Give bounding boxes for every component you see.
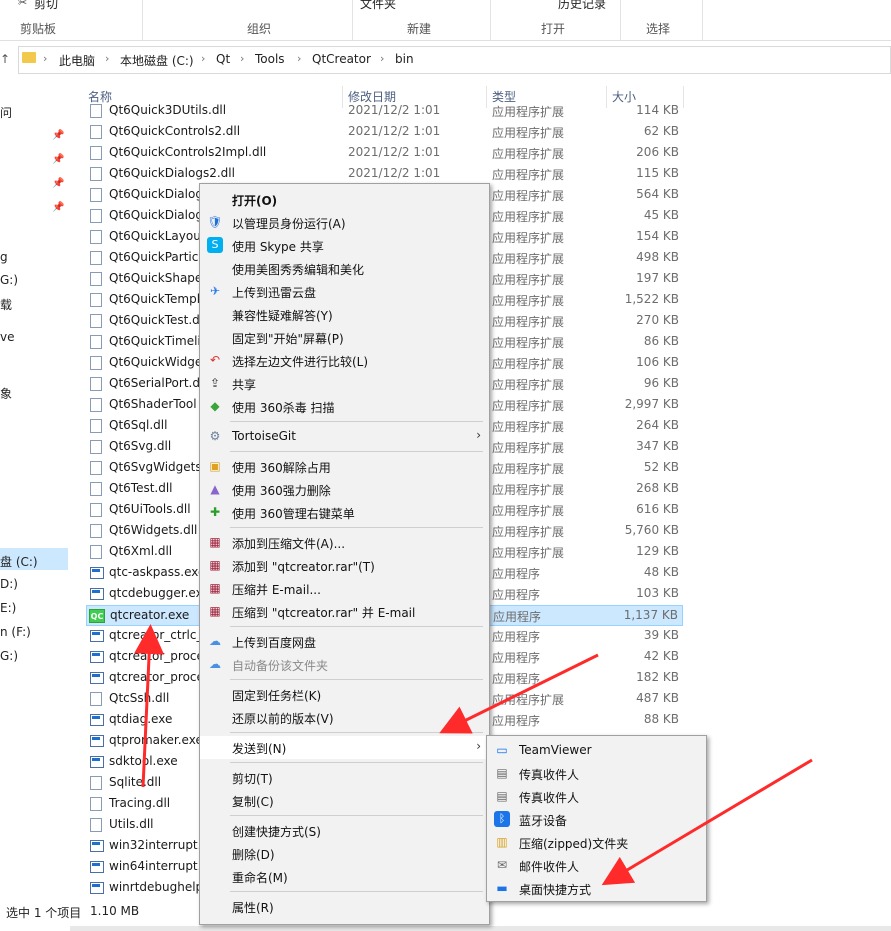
arrow-to-qtcreator [134,624,165,788]
arrow-to-sendto [439,653,599,734]
arrow-to-desktop-shortcut [601,758,813,886]
annotation-arrows [134,624,813,886]
